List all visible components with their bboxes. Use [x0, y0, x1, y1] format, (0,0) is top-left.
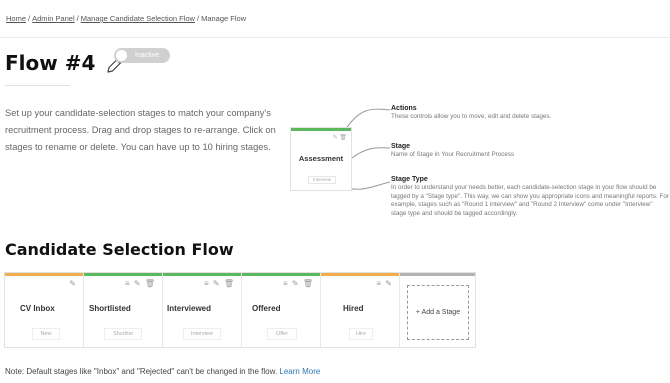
edit-icon[interactable]: ✎: [69, 279, 77, 288]
selection-flow: ✎ CV Inbox New ≡ ✎ 🗑 Shortlisted Shortli…: [4, 272, 476, 348]
add-stage-column: + Add a Stage: [400, 273, 475, 347]
stage-color-bar: [84, 273, 162, 276]
stage-color-bar: [5, 273, 83, 276]
stage-card-shortlisted[interactable]: ≡ ✎ 🗑 Shortlisted Shortlist: [84, 273, 163, 347]
annotation-title: Stage: [391, 143, 411, 150]
stage-color-bar: [163, 273, 241, 276]
annotation-title: Stage Type: [391, 176, 428, 183]
stage-card-hired[interactable]: ≡ ✎ Hired Hire: [321, 273, 400, 347]
preview-stage-type: Interview: [308, 176, 336, 184]
stage-actions-icons[interactable]: ≡ ✎: [376, 279, 393, 288]
annotation-actions: Actions These controls allow you to move…: [391, 105, 661, 122]
preview-stage-name: Assessment: [298, 154, 344, 163]
preview-action-icons: ✎ 🗑: [332, 135, 347, 141]
stage-type-badge: Offer: [267, 328, 297, 340]
learn-more-link[interactable]: Learn More: [279, 367, 320, 376]
stage-card-interviewed[interactable]: ≡ ✎ 🗑 Interviewed Interview: [163, 273, 242, 347]
annotation-text: Name of Stage in Your Recruitment Proces…: [391, 151, 515, 159]
add-stage-color-bar: [400, 273, 475, 276]
preview-stage-card: ✎ 🗑 Assessment Interview: [290, 127, 352, 191]
footer-note: Note: Default stages like "Inbox" and "R…: [5, 367, 320, 376]
stage-name: Hired: [343, 304, 364, 313]
stage-type-badge: Hire: [349, 328, 373, 340]
stage-actions-icons[interactable]: ≡ ✎ 🗑: [125, 279, 156, 288]
stage-card-cv-inbox[interactable]: ✎ CV Inbox New: [5, 273, 84, 347]
preview-stage-color-bar: [291, 128, 351, 131]
stage-type-badge: Shortlist: [104, 328, 142, 340]
add-stage-button[interactable]: + Add a Stage: [407, 285, 469, 340]
stage-name: Shortlisted: [89, 304, 131, 313]
section-title: Candidate Selection Flow: [5, 240, 234, 259]
stage-name: CV Inbox: [20, 304, 55, 313]
annotation-title: Actions: [391, 105, 417, 112]
stage-type-badge: New: [32, 328, 60, 340]
annotation-stage: Stage Name of Stage in Your Recruitment …: [391, 143, 661, 160]
annotation-text: These controls allow you to move, edit a…: [391, 113, 552, 121]
stage-actions-icons[interactable]: ≡ ✎ 🗑: [204, 279, 235, 288]
stage-actions-icons[interactable]: ≡ ✎ 🗑: [283, 279, 314, 288]
stage-type-badge: Interview: [183, 328, 221, 340]
stage-color-bar: [242, 273, 320, 276]
stage-name: Offered: [252, 304, 281, 313]
annotation-text: In order to understand your needs better…: [391, 184, 669, 217]
note-text: Note: Default stages like "Inbox" and "R…: [5, 367, 278, 376]
stage-color-bar: [321, 273, 399, 276]
stage-name: Interviewed: [167, 304, 212, 313]
annotation-stage-type: Stage Type In order to understand your n…: [391, 176, 669, 218]
stage-card-offered[interactable]: ≡ ✎ 🗑 Offered Offer: [242, 273, 321, 347]
